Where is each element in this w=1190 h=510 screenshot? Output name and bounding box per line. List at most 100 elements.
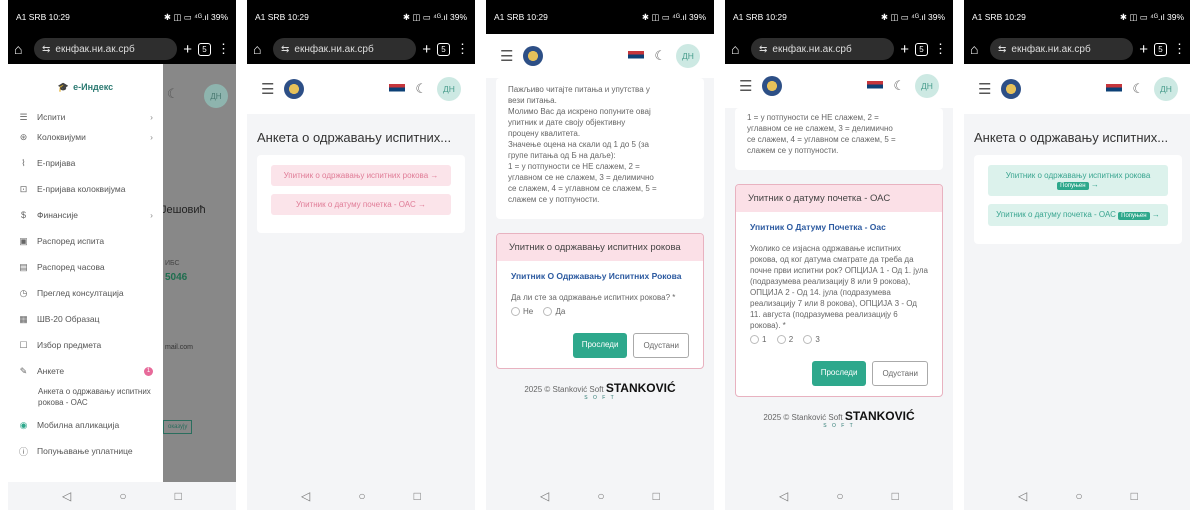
sidebar-item[interactable]: ▦ ШВ-20 Образац: [8, 306, 163, 332]
hamburger-icon[interactable]: ☰: [500, 47, 513, 65]
avatar[interactable]: ДН: [437, 77, 461, 101]
new-tab-icon[interactable]: +: [422, 41, 431, 58]
sidebar-item[interactable]: ▣ Распоред испита: [8, 228, 163, 254]
sidebar-item[interactable]: ⊛ Колоквијуми ›: [8, 124, 163, 150]
home-circle-icon[interactable]: ○: [119, 489, 126, 503]
moon-icon[interactable]: ☾: [1132, 81, 1144, 97]
moon-icon[interactable]: ☾: [167, 86, 179, 102]
sidebar-subitem-anketa[interactable]: Анкета о одржавању испитних рокова - ОАС: [8, 384, 163, 412]
submit-button[interactable]: Проследи: [811, 361, 867, 386]
intro-line: углавном се не слажем, 3 = делимично: [747, 124, 893, 133]
more-menu-icon[interactable]: ⋮: [934, 41, 947, 57]
cancel-button[interactable]: Одустани: [633, 333, 689, 358]
recents-icon[interactable]: □: [1131, 489, 1138, 503]
sidebar-item[interactable]: ✎ Анкете 1: [8, 358, 163, 384]
recents-icon[interactable]: □: [175, 489, 182, 503]
sidebar-item[interactable]: ☐ Избор предмета: [8, 332, 163, 358]
faculty-logo-icon[interactable]: [284, 79, 305, 99]
new-tab-icon[interactable]: +: [900, 41, 909, 58]
more-menu-icon[interactable]: ⋮: [1173, 41, 1186, 57]
sidebar-item[interactable]: ▤ Распоред часова: [8, 254, 163, 280]
home-circle-icon[interactable]: ○: [1075, 489, 1082, 503]
sidebar-item-label: Испити: [37, 112, 66, 122]
form-header: Упитник о датуму почетка - ОАС: [736, 185, 942, 212]
footer: 2025 © Stanković Soft STANKOVIĆ S O F T: [486, 369, 714, 413]
site-settings-icon[interactable]: ⇆: [281, 44, 289, 55]
moon-icon[interactable]: ☾: [654, 48, 666, 64]
serbia-flag-icon[interactable]: [389, 83, 406, 95]
back-icon[interactable]: ◁: [62, 489, 71, 503]
survey-link-datum[interactable]: Упитник о датуму почетка - ОАС Попуњен →: [988, 204, 1168, 226]
sidebar-item[interactable]: $ Финансије ›: [8, 202, 163, 228]
sidebar-item[interactable]: ☰ Испити ›: [8, 110, 163, 124]
site-settings-icon[interactable]: ⇆: [759, 44, 767, 55]
tabs-button[interactable]: 5: [1154, 42, 1167, 56]
sidebar-item[interactable]: ⓘ Попуњавање уплатнице: [8, 438, 163, 464]
browser-bar: ⌂ ⇆ екнфак.ни.ак.срб + 5 ⋮: [8, 34, 236, 64]
home-icon[interactable]: ⌂: [253, 41, 267, 57]
footer: 2025 © Stanković Soft STANKOVIĆ S O F T: [725, 397, 953, 441]
sidebar-item-label: Колоквијуми: [37, 132, 86, 142]
serbia-flag-icon[interactable]: [628, 50, 645, 62]
back-icon[interactable]: ◁: [779, 489, 788, 503]
dimmed-background[interactable]: ДН ☾ Јешовић ИБС 5046 mail.com оказују: [161, 64, 236, 482]
home-circle-icon[interactable]: ○: [836, 489, 843, 503]
site-settings-icon[interactable]: ⇆: [998, 44, 1006, 55]
serbia-flag-icon[interactable]: [1106, 83, 1123, 95]
avatar[interactable]: ДН: [204, 84, 228, 108]
faculty-logo-icon[interactable]: [523, 46, 544, 66]
avatar[interactable]: ДН: [1154, 77, 1178, 101]
avatar[interactable]: ДН: [676, 44, 700, 68]
hamburger-icon[interactable]: ☰: [261, 80, 274, 98]
submit-button[interactable]: Проследи: [572, 333, 628, 358]
radio-yes[interactable]: Да: [543, 306, 565, 317]
recents-icon[interactable]: □: [414, 489, 421, 503]
faculty-logo-icon[interactable]: [762, 76, 783, 96]
tabs-button[interactable]: 5: [915, 42, 928, 56]
top-navbar: ☰ ☾ ДН: [964, 64, 1190, 114]
home-circle-icon[interactable]: ○: [597, 489, 604, 503]
sidebar-item[interactable]: ⌇ Е-пријава: [8, 150, 163, 176]
sidebar-item[interactable]: ⊡ Е-пријава колоквијума: [8, 176, 163, 202]
more-menu-icon[interactable]: ⋮: [456, 41, 469, 57]
back-icon[interactable]: ◁: [1018, 489, 1027, 503]
radio-option-2[interactable]: 2: [776, 334, 793, 345]
faculty-logo-icon[interactable]: [1001, 79, 1022, 99]
tabs-button[interactable]: 5: [437, 42, 450, 56]
recents-icon[interactable]: □: [892, 489, 899, 503]
url-field[interactable]: ⇆ екнфак.ни.ак.срб: [273, 38, 417, 60]
sidebar-drawer: 🎓 е-Индекс ☰ Испити › ⊛ Колоквијуми › ⌇ Е-пријав…: [8, 64, 163, 482]
survey-link-datum[interactable]: Упитник о датуму почетка - ОАС →: [271, 194, 451, 215]
home-icon[interactable]: ⌂: [731, 41, 745, 57]
new-tab-icon[interactable]: +: [183, 41, 192, 58]
home-circle-icon[interactable]: ○: [358, 489, 365, 503]
recents-icon[interactable]: □: [653, 489, 660, 503]
back-icon[interactable]: ◁: [540, 489, 549, 503]
site-settings-icon[interactable]: ⇆: [42, 44, 50, 55]
new-tab-icon[interactable]: +: [1139, 41, 1148, 58]
avatar[interactable]: ДН: [915, 74, 939, 98]
hamburger-icon[interactable]: ☰: [739, 77, 752, 95]
moon-icon[interactable]: ☾: [893, 78, 905, 94]
home-icon[interactable]: ⌂: [970, 41, 984, 57]
brand[interactable]: 🎓 е-Индекс: [8, 64, 163, 110]
radio-option-1[interactable]: 1: [750, 334, 766, 345]
url-field[interactable]: ⇆ екнфак.ни.ак.срб: [751, 38, 895, 60]
radio-no[interactable]: Не: [511, 306, 533, 317]
url-field[interactable]: ⇆ екнфак.ни.ак.срб: [990, 38, 1134, 60]
sidebar-item[interactable]: ◷ Преглед консултација: [8, 280, 163, 306]
sidebar-item[interactable]: ◉ Мобилна апликација: [8, 412, 163, 438]
cancel-button[interactable]: Одустани: [872, 361, 928, 386]
tabs-button[interactable]: 5: [198, 42, 211, 56]
url-field[interactable]: ⇆ екнфак.ни.ак.срб: [34, 38, 178, 60]
survey-link-rokovi[interactable]: Упитник о одржавању испитних рокова Попу…: [988, 165, 1168, 196]
home-icon[interactable]: ⌂: [14, 41, 28, 57]
hamburger-icon[interactable]: ☰: [978, 80, 991, 98]
survey-link-rokovi[interactable]: Упитник о одржавању испитних рокова →: [271, 165, 451, 186]
back-icon[interactable]: ◁: [301, 489, 310, 503]
radio-option-3[interactable]: 3: [803, 334, 820, 345]
more-menu-icon[interactable]: ⋮: [217, 41, 230, 57]
moon-icon[interactable]: ☾: [415, 81, 427, 97]
top-navbar: ☰ ☾ ДН: [486, 34, 714, 78]
serbia-flag-icon[interactable]: [867, 80, 884, 92]
